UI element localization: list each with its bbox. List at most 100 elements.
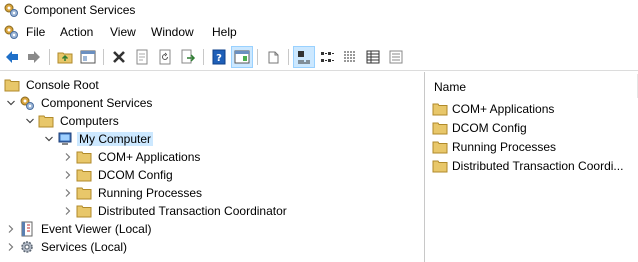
tree-node-my-computer[interactable]: My Computer <box>44 130 154 148</box>
menu-file[interactable]: File <box>25 25 46 39</box>
list-item[interactable]: COM+ Applications <box>432 100 554 118</box>
title-bar: Component Services <box>0 0 638 20</box>
tree-node-component-services[interactable]: Component Services <box>6 94 154 112</box>
toolbar-separator <box>203 49 204 65</box>
list-item-label: COM+ Applications <box>452 102 555 116</box>
folder-icon <box>432 120 448 136</box>
tree-node-computers[interactable]: Computers <box>25 112 121 130</box>
folder-icon <box>432 158 448 174</box>
chevron-down-icon[interactable] <box>25 116 35 126</box>
detail-view-icon <box>366 50 380 64</box>
list-view-button[interactable] <box>340 47 360 67</box>
folder-icon <box>76 149 92 165</box>
refresh-icon <box>159 49 171 65</box>
export-list-button[interactable] <box>178 47 198 67</box>
back-button[interactable] <box>2 47 22 67</box>
folder-icon <box>4 77 20 93</box>
toolbar-separator <box>257 49 258 65</box>
results-pane[interactable]: Name COM+ Applications DCOM Config Runni… <box>425 72 638 262</box>
services-gear-icon <box>19 239 35 255</box>
tree-label: Event Viewer (Local) <box>41 222 152 236</box>
chevron-right-icon[interactable] <box>63 206 73 216</box>
menu-help[interactable]: Help <box>211 25 238 39</box>
list-item-label: Running Processes <box>452 140 557 154</box>
list-view-icon <box>344 51 356 62</box>
forward-button[interactable] <box>24 47 44 67</box>
tree-label: Services (Local) <box>41 240 128 254</box>
tree-node-com-applications[interactable]: COM+ Applications <box>63 148 202 166</box>
large-icons-view-icon <box>298 51 310 64</box>
back-arrow-icon <box>6 51 18 63</box>
delete-button[interactable] <box>109 47 129 67</box>
tree-label: DCOM Config <box>98 168 173 182</box>
show-hide-tree-icon <box>80 50 96 64</box>
tree-node-running-processes[interactable]: Running Processes <box>63 184 204 202</box>
tree-label: Console Root <box>26 78 99 92</box>
toolbar-separator <box>288 49 289 65</box>
tree-node-event-viewer[interactable]: Event Viewer (Local) <box>6 220 154 238</box>
tree-node-dcom-config[interactable]: DCOM Config <box>63 166 175 184</box>
tree-label: COM+ Applications <box>98 150 201 164</box>
list-item[interactable]: Running Processes <box>432 138 556 156</box>
up-folder-icon <box>57 52 73 64</box>
tree-node-services[interactable]: Services (Local) <box>6 238 129 256</box>
export-list-icon <box>181 49 196 64</box>
component-services-icon <box>3 2 19 18</box>
console-tree[interactable]: Console Root Component Services Computer… <box>0 72 425 262</box>
show-hide-console-tree-button[interactable] <box>78 47 98 67</box>
up-one-level-button[interactable] <box>55 47 75 67</box>
tree-node-console-root[interactable]: Console Root <box>4 76 101 94</box>
help-icon: ? <box>212 49 226 65</box>
properties-button[interactable] <box>132 47 152 67</box>
toolbar-separator <box>49 49 50 65</box>
window-title: Component Services <box>24 3 136 17</box>
configure-my-computer-icon <box>389 50 403 64</box>
svg-text:?: ? <box>216 53 222 64</box>
tree-node-distributed-transaction-coordinator[interactable]: Distributed Transaction Coordinator <box>63 202 289 220</box>
tree-label: Distributed Transaction Coordinator <box>98 204 287 218</box>
list-item-label: Distributed Transaction Coordi... <box>452 159 624 173</box>
chevron-down-icon[interactable] <box>44 134 54 144</box>
component-services-icon <box>19 95 35 111</box>
detail-view-button[interactable] <box>363 47 383 67</box>
chevron-right-icon[interactable] <box>6 224 16 234</box>
toolbar: ? <box>0 44 638 71</box>
menu-view[interactable]: View <box>109 25 137 39</box>
new-window-button[interactable] <box>263 47 283 67</box>
new-window-icon <box>268 51 279 64</box>
properties-icon <box>136 49 148 65</box>
tree-label: My Computer <box>77 132 154 146</box>
small-icons-view-icon <box>321 52 334 62</box>
system-menu-icon[interactable] <box>3 24 19 40</box>
tree-label: Computers <box>60 114 119 128</box>
help-button[interactable]: ? <box>209 47 229 67</box>
chevron-right-icon[interactable] <box>63 188 73 198</box>
tree-label: Component Services <box>41 96 153 110</box>
event-viewer-icon <box>19 221 35 237</box>
refresh-button[interactable] <box>155 47 175 67</box>
configure-my-computer-button[interactable] <box>386 47 406 67</box>
computer-icon <box>57 131 73 147</box>
column-header-label: Name <box>434 80 467 94</box>
chevron-right-icon[interactable] <box>6 242 16 252</box>
folder-icon <box>432 101 448 117</box>
toolbar-separator <box>103 49 104 65</box>
chevron-down-icon[interactable] <box>6 98 16 108</box>
folder-icon <box>38 113 54 129</box>
folder-icon <box>432 139 448 155</box>
folder-icon <box>76 203 92 219</box>
menu-action[interactable]: Action <box>59 25 94 39</box>
list-item[interactable]: Distributed Transaction Coordi... <box>432 157 623 175</box>
large-icons-view-button[interactable] <box>293 46 315 68</box>
delete-icon <box>113 51 125 63</box>
list-item-label: DCOM Config <box>452 121 527 135</box>
chevron-right-icon[interactable] <box>63 152 73 162</box>
folder-icon <box>76 185 92 201</box>
chevron-right-icon[interactable] <box>63 170 73 180</box>
small-icons-view-button[interactable] <box>317 47 337 67</box>
list-item[interactable]: DCOM Config <box>432 119 527 137</box>
show-hide-action-pane-icon <box>234 50 250 64</box>
column-header-name[interactable]: Name <box>425 72 638 100</box>
show-hide-action-pane-button[interactable] <box>231 46 253 68</box>
menu-window[interactable]: Window <box>150 25 195 39</box>
